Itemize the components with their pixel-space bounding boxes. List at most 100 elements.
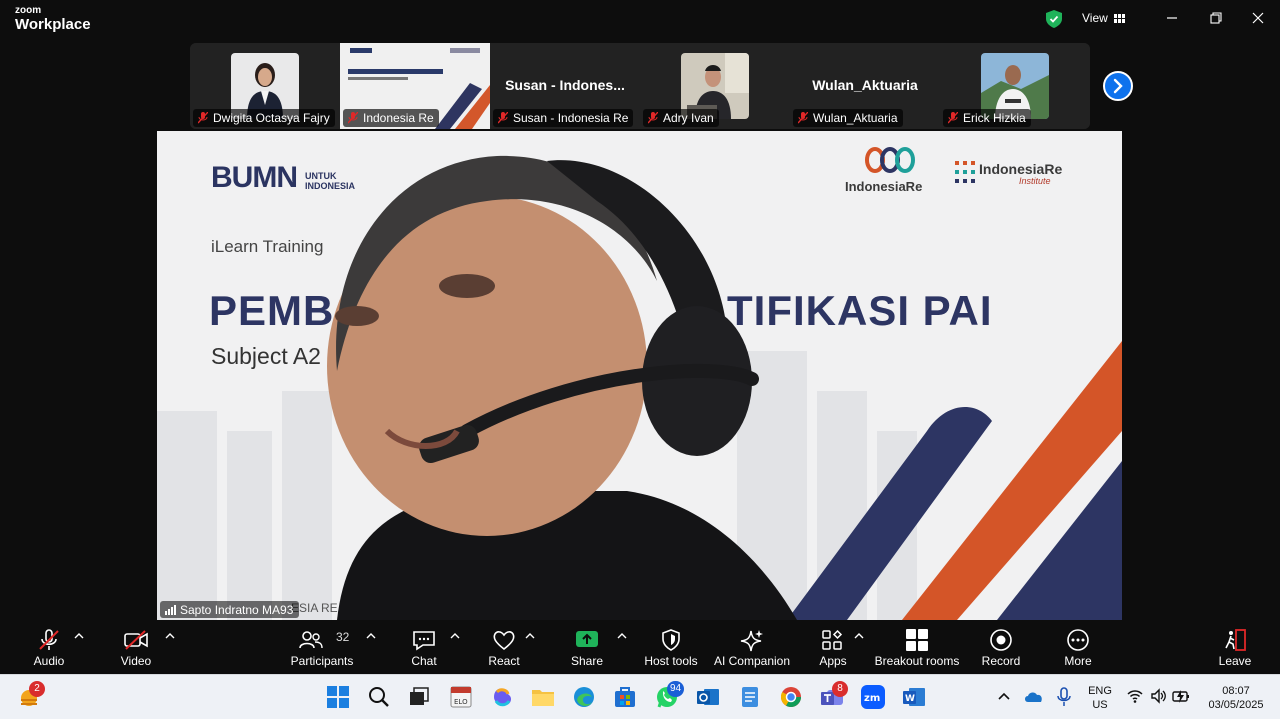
store-icon[interactable] [612, 684, 638, 710]
microphone-icon[interactable] [1056, 687, 1072, 707]
chevron-up-icon[interactable] [366, 632, 376, 640]
chevron-up-icon[interactable] [854, 632, 864, 640]
participant-tile[interactable]: Wulan_Aktuaria Wulan_Aktuaria [790, 43, 940, 129]
label-text: Erick Hizkia [963, 111, 1026, 125]
search-icon[interactable] [366, 684, 392, 710]
speaker-name-label: Sapto Indratno MA93 [160, 601, 300, 618]
video-off-icon [124, 630, 148, 650]
next-page-button[interactable] [1103, 71, 1133, 101]
teams-badge: 8 [832, 681, 848, 697]
more-icon [1067, 629, 1089, 651]
ai-companion-button[interactable]: AI Companion [712, 620, 792, 674]
zoom-logo: zoom Workplace [15, 5, 91, 33]
institute-dots-icon [955, 161, 975, 183]
meeting-toolbar: Audio Video Participants 32 Chat React S… [0, 620, 1280, 674]
clock[interactable]: 08:07 03/05/2025 [1198, 684, 1274, 712]
participant-filmstrip: Dwigita Octasya Fajry Indonesia Re Susan… [190, 43, 1090, 129]
sparkle-icon [740, 630, 763, 652]
audio-button[interactable]: Audio [24, 620, 74, 674]
chevron-up-icon[interactable] [450, 632, 460, 640]
notepad-icon[interactable] [737, 684, 763, 710]
participant-tile[interactable]: Indonesia Re [340, 43, 490, 129]
view-button[interactable]: View [1082, 11, 1125, 25]
participant-name-label: Indonesia Re [343, 109, 439, 127]
security-shield-icon[interactable] [1046, 10, 1062, 28]
apps-icon [822, 629, 843, 650]
label-text: Susan - Indonesia Re [513, 111, 629, 125]
bumn-tagline: UNTUK INDONESIA [305, 171, 355, 191]
svg-text:ELO: ELO [454, 698, 468, 706]
training-label: iLearn Training [211, 237, 324, 256]
task-view-icon[interactable] [406, 684, 432, 710]
file-explorer-icon[interactable] [530, 684, 556, 710]
title-bar: zoom Workplace View [0, 0, 1280, 40]
chat-button[interactable]: Chat [404, 620, 444, 674]
slide-subject: Subject A2 [211, 343, 321, 369]
institute-text: Institute [1019, 176, 1051, 186]
outlook-icon[interactable] [695, 684, 721, 710]
battery-charging-icon[interactable] [1172, 688, 1190, 704]
label-text: Dwigita Octasya Fajry [213, 111, 330, 125]
word-icon[interactable]: W [901, 684, 927, 710]
chevron-up-icon[interactable] [525, 632, 535, 640]
participants-count: 32 [336, 630, 350, 644]
participants-button[interactable]: Participants [288, 620, 356, 674]
language-indicator[interactable]: ENG US [1084, 684, 1116, 712]
restore-icon[interactable] [1209, 11, 1223, 25]
copilot-icon[interactable] [489, 684, 515, 710]
bumn-sub2: INDONESIA [305, 181, 356, 191]
chrome-icon[interactable] [778, 684, 804, 710]
participant-name-label: Wulan_Aktuaria [793, 109, 903, 127]
share-button[interactable]: Share [567, 620, 607, 674]
video-label: Video [120, 654, 152, 668]
svg-text:zm: zm [864, 693, 880, 704]
muted-mic-icon [198, 112, 208, 124]
weather-badge: 2 [29, 681, 45, 697]
apps-label: Apps [819, 654, 847, 668]
audio-label: Audio [33, 654, 65, 668]
leave-button[interactable]: Leave [1215, 620, 1255, 674]
leave-label: Leave [1218, 654, 1252, 668]
host-tools-button[interactable]: Host tools [642, 620, 700, 674]
slide-title-right: TIFIKASI PAI [727, 287, 993, 334]
speaker-name: Sapto Indratno MA93 [180, 603, 294, 617]
breakout-rooms-icon [906, 629, 928, 651]
video-button[interactable]: Video [110, 620, 162, 674]
close-icon[interactable] [1251, 11, 1265, 25]
speaker-icon[interactable] [1150, 688, 1166, 704]
chevron-up-icon[interactable] [996, 689, 1012, 705]
participant-display-name: Susan - Indones... [505, 77, 625, 93]
chevron-up-icon[interactable] [165, 632, 175, 640]
windows-start-icon[interactable] [325, 684, 351, 710]
chevron-up-icon[interactable] [74, 632, 84, 640]
apps-button[interactable]: Apps [813, 620, 853, 674]
edge-browser-icon[interactable] [571, 684, 597, 710]
minimize-icon[interactable] [1165, 11, 1179, 25]
muted-mic-icon [498, 112, 508, 124]
onedrive-cloud-icon[interactable] [1024, 688, 1044, 706]
elo-app-icon[interactable]: ELO [448, 684, 474, 710]
record-button[interactable]: Record [981, 620, 1021, 674]
indonesia-re-rings-icon [865, 147, 915, 173]
clock-time: 08:07 [1222, 685, 1250, 697]
more-button[interactable]: More [1058, 620, 1098, 674]
chevron-up-icon[interactable] [617, 632, 627, 640]
brand-bottom-text: Workplace [15, 16, 91, 33]
participant-tile[interactable]: Dwigita Octasya Fajry [190, 43, 340, 129]
leave-icon [1225, 629, 1246, 651]
slide-background [157, 131, 1122, 620]
participant-tile[interactable]: Susan - Indones... Susan - Indonesia Re [490, 43, 640, 129]
wifi-icon[interactable] [1127, 688, 1143, 704]
bumn-logo: BUMN [211, 161, 298, 194]
breakout-rooms-button[interactable]: Breakout rooms [874, 620, 960, 674]
host-tools-label: Host tools [644, 654, 698, 668]
slide-title-left: PEMB [209, 287, 335, 334]
more-label: More [1064, 654, 1092, 668]
label-text: Adry Ivan [663, 111, 714, 125]
participant-tile[interactable]: Erick Hizkia [940, 43, 1090, 129]
react-button[interactable]: React [484, 620, 524, 674]
breakout-rooms-label: Breakout rooms [874, 654, 960, 668]
zoom-app-icon[interactable]: zm [860, 684, 886, 710]
participant-tile[interactable]: Adry Ivan [640, 43, 790, 129]
brand-top-text: zoom [15, 5, 42, 16]
